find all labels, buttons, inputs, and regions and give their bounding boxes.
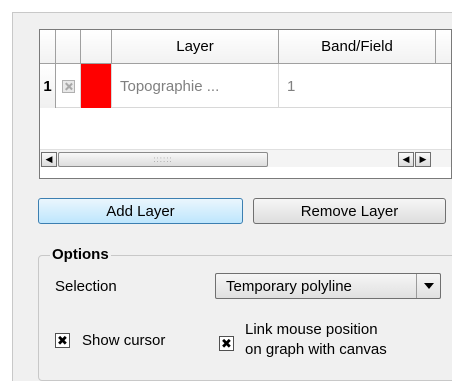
color-swatch[interactable]	[81, 64, 112, 108]
dropdown-arrow[interactable]	[416, 274, 440, 298]
header-color[interactable]	[81, 30, 112, 63]
table-header: Layer Band/Field	[40, 30, 451, 64]
scroll-left-button-2[interactable]: ◀	[398, 152, 414, 167]
layer-name-cell[interactable]: Topographie ...	[112, 64, 279, 108]
header-rownum	[40, 30, 56, 63]
row-visible-cell	[56, 64, 81, 108]
visible-checkbox[interactable]	[61, 79, 75, 93]
show-cursor-label: Show cursor	[82, 332, 166, 349]
link-mouse-checkbox[interactable]: ✖	[219, 336, 234, 351]
chevron-down-icon	[423, 283, 434, 289]
horizontal-scrollbar[interactable]: ◀ :::::: ◀ ▶	[40, 149, 451, 167]
remove-layer-button[interactable]: Remove Layer	[253, 198, 446, 224]
layer-table: Layer Band/Field 1 Topographie ... 1 ◀ :…	[39, 29, 452, 179]
band-field-cell[interactable]: 1	[279, 64, 451, 108]
link-mouse-label-line1: Link mouse position	[245, 321, 378, 338]
link-mouse-label-line2: on graph with canvas	[245, 341, 387, 358]
scroll-thumb[interactable]: ::::::	[58, 152, 268, 167]
table-row[interactable]: 1 Topographie ... 1	[40, 64, 451, 108]
header-layer[interactable]: Layer	[112, 30, 279, 63]
scroll-right-button[interactable]: ▶	[415, 152, 431, 167]
selection-label: Selection	[55, 278, 117, 295]
selection-dropdown[interactable]: Temporary polyline	[215, 273, 441, 299]
scroll-left-button[interactable]: ◀	[41, 152, 57, 167]
add-layer-button[interactable]: Add Layer	[38, 198, 243, 224]
options-legend: Options	[50, 246, 111, 263]
show-cursor-checkbox[interactable]: ✖	[55, 333, 70, 348]
link-mouse-label: Link mouse position on graph with canvas	[245, 320, 387, 360]
header-band-field[interactable]: Band/Field	[279, 30, 436, 63]
header-visible[interactable]	[56, 30, 81, 63]
selection-value: Temporary polyline	[226, 277, 352, 295]
row-number[interactable]: 1	[40, 64, 56, 108]
